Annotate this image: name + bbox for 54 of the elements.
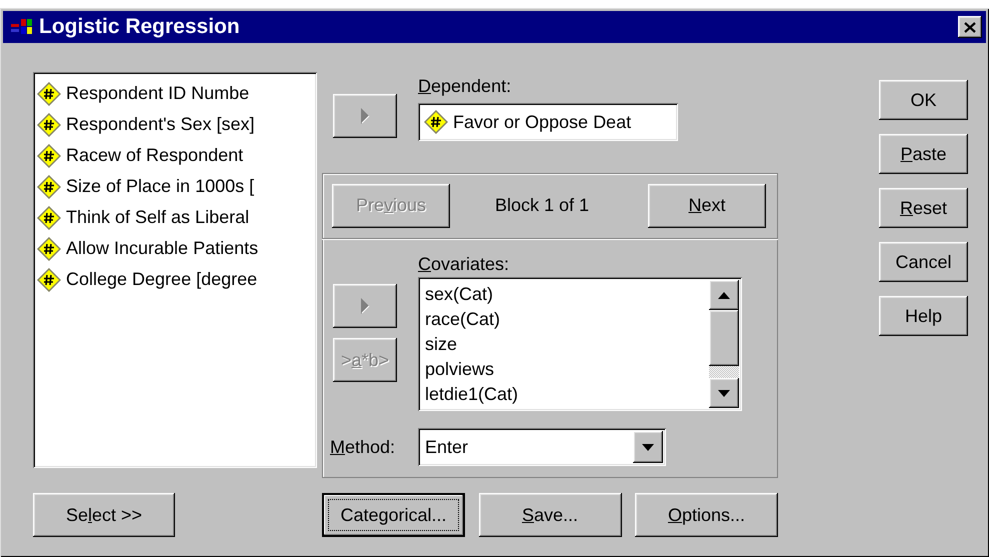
- covariate-item[interactable]: race(Cat): [425, 307, 705, 332]
- scrollbar[interactable]: [709, 280, 739, 408]
- close-button[interactable]: [958, 16, 982, 38]
- variable-item[interactable]: Respondent's Sex [sex]: [66, 111, 255, 138]
- number-variable-icon: [37, 112, 61, 136]
- ok-button[interactable]: OK: [879, 80, 968, 120]
- method-label: Method:: [330, 436, 396, 458]
- number-variable-icon: [424, 110, 448, 134]
- covariates-list[interactable]: sex(Cat) race(Cat) size polviews letdie1(Cat): [418, 277, 742, 411]
- cancel-button[interactable]: Cancel: [879, 242, 968, 282]
- paste-button[interactable]: Paste: [879, 134, 968, 174]
- method-dropdown[interactable]: Enter: [418, 428, 666, 466]
- variable-item[interactable]: Size of Place in 1000s [: [66, 173, 254, 200]
- up-arrow-icon: [718, 292, 730, 298]
- close-icon: [964, 22, 976, 32]
- number-variable-icon: [37, 174, 61, 198]
- help-button[interactable]: Help: [879, 296, 968, 336]
- window-title: Logistic Regression: [39, 14, 240, 40]
- right-arrow-icon: [360, 108, 370, 124]
- dependent-label: Dependent:: [418, 75, 512, 98]
- variable-item[interactable]: Think of Self as Liberal: [66, 204, 250, 231]
- method-value: Enter: [424, 436, 470, 458]
- number-variable-icon: [37, 82, 61, 106]
- block-caption: Block 1 of 1: [495, 194, 590, 217]
- number-variable-icon: [37, 144, 61, 168]
- options-button[interactable]: Options...: [635, 493, 778, 537]
- variable-item[interactable]: College Degree [degree: [66, 266, 258, 293]
- variable-item[interactable]: Racew of Respondent: [66, 142, 244, 169]
- number-variable-icon: [37, 268, 61, 292]
- variable-item[interactable]: Respondent ID Numbe: [66, 80, 250, 107]
- scroll-thumb[interactable]: [709, 310, 739, 366]
- dependent-value: Favor or Oppose Deat: [453, 110, 632, 134]
- number-variable-icon: [37, 206, 61, 230]
- covariate-item[interactable]: size: [425, 332, 705, 357]
- right-arrow-icon: [360, 298, 370, 314]
- down-arrow-icon: [718, 390, 730, 396]
- select-button[interactable]: Select >>: [33, 493, 175, 537]
- save-button[interactable]: Save...: [478, 493, 622, 537]
- variable-list[interactable]: Respondent ID Numbe Respondent's Sex [sex] Racew of Respondent Size of Place in 1000s [ Think of Self as Liberal Allow Incurable Patients College Degree [degree: [33, 72, 317, 468]
- covariates-label: Covariates:: [418, 253, 510, 276]
- next-button[interactable]: Next: [648, 184, 766, 228]
- covariate-item[interactable]: sex(Cat): [425, 282, 705, 307]
- scroll-down-button[interactable]: [709, 378, 739, 408]
- dropdown-button[interactable]: [633, 431, 663, 463]
- number-variable-icon: [37, 236, 61, 260]
- covariate-item[interactable]: letdie1(Cat): [425, 382, 705, 407]
- app-icon: [11, 18, 33, 36]
- covariate-item[interactable]: polviews: [425, 357, 705, 382]
- categorical-button[interactable]: Categorical...: [322, 493, 465, 537]
- reset-button[interactable]: Reset: [879, 188, 968, 228]
- dependent-field[interactable]: Favor or Oppose Deat: [418, 103, 678, 141]
- down-arrow-icon: [642, 444, 654, 450]
- variable-item[interactable]: Allow Incurable Patients: [66, 235, 258, 262]
- scroll-up-button[interactable]: [709, 280, 739, 310]
